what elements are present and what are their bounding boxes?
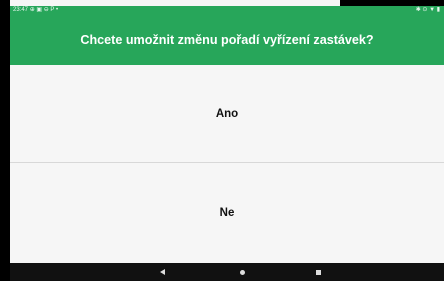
status-bar: 23:47 ⊕ ▣ ⊖ P • ✱ ⊙ ▼ ▮ (10, 6, 444, 15)
screen: 23:47 ⊕ ▣ ⊖ P • ✱ ⊙ ▼ ▮ Chcete umožnit z… (0, 0, 444, 281)
no-label: Ne (219, 207, 235, 219)
no-button[interactable]: Ne (10, 163, 444, 263)
recents-icon (315, 269, 321, 275)
home-button[interactable] (232, 263, 252, 281)
dialog-header: Chcete umožnit změnu pořadí vyřízení zas… (10, 15, 444, 65)
navigation-bar (10, 263, 444, 281)
back-button[interactable] (152, 263, 172, 281)
recents-button[interactable] (308, 263, 328, 281)
status-left: 23:47 ⊕ ▣ ⊖ P • (13, 6, 58, 15)
home-icon (239, 269, 245, 275)
top-bezel (340, 0, 444, 6)
status-time: 23:47 (13, 7, 29, 13)
tablet-display: 23:47 ⊕ ▣ ⊖ P • ✱ ⊙ ▼ ▮ Chcete umožnit z… (10, 0, 444, 281)
dialog-question: Chcete umožnit změnu pořadí vyřízení zas… (80, 33, 374, 47)
status-system-icons: ✱ ⊙ ▼ ▮ (415, 7, 440, 13)
yes-label: Ano (215, 107, 239, 120)
yes-button[interactable]: Ano (10, 65, 444, 163)
status-notification-icons: ⊕ ▣ ⊖ P • (29, 7, 59, 13)
back-icon (159, 269, 165, 275)
